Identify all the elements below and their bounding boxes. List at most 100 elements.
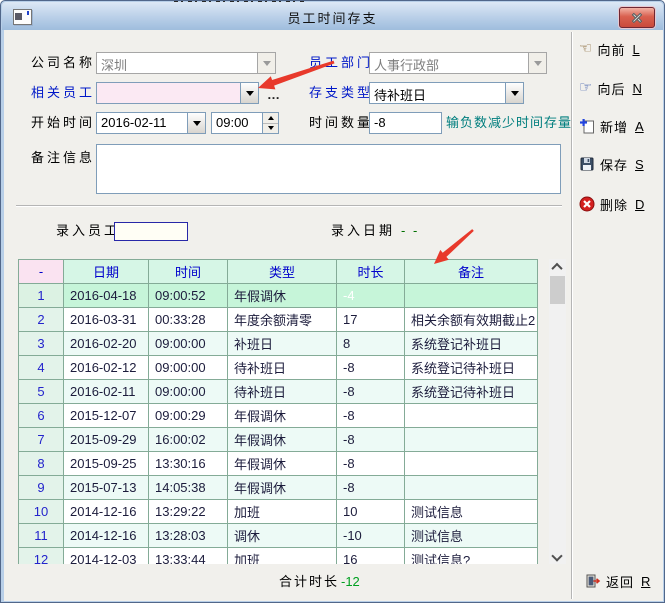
row-number-cell[interactable]: 7 (19, 428, 64, 452)
table-cell[interactable]: -8 (337, 452, 405, 476)
table-row[interactable]: 102014-12-1613:29:22加班10测试信息 (19, 500, 538, 524)
table-cell[interactable] (405, 476, 538, 500)
table-cell[interactable]: 2016-02-11 (64, 380, 149, 404)
start-date-picker[interactable]: 2016-02-11 (96, 112, 206, 134)
table-cell[interactable]: 13:28:03 (149, 524, 228, 548)
table-row[interactable]: 112014-12-1613:28:03调休-10测试信息 (19, 524, 538, 548)
table-cell[interactable]: 09:00:29 (149, 404, 228, 428)
title-bar[interactable]: 员工时间存支 (2, 2, 663, 30)
scrollbar-thumb[interactable] (550, 276, 565, 304)
table-cell[interactable]: -8 (337, 428, 405, 452)
table-row[interactable]: 62015-12-0709:00:29年假调休-8 (19, 404, 538, 428)
scroll-down-icon[interactable] (553, 552, 561, 560)
table-cell[interactable]: 2016-02-12 (64, 356, 149, 380)
table-row[interactable]: 52016-02-1109:00:00待补班日-8系统登记待补班日 (19, 380, 538, 404)
table-cell[interactable]: 09:00:52 (149, 284, 228, 308)
table-cell[interactable]: 2014-12-16 (64, 524, 149, 548)
close-button[interactable] (619, 7, 655, 28)
table-cell[interactable]: 8 (337, 332, 405, 356)
row-number-cell[interactable]: 6 (19, 404, 64, 428)
table-cell[interactable]: 00:33:28 (149, 308, 228, 332)
table-cell[interactable]: 年假调休 (228, 404, 337, 428)
table-cell[interactable]: 2016-03-31 (64, 308, 149, 332)
table-cell[interactable]: 年假调休 (228, 428, 337, 452)
row-number-cell[interactable]: 2 (19, 308, 64, 332)
table-cell[interactable]: 系统登记补班日 (405, 332, 538, 356)
row-number-cell[interactable]: 3 (19, 332, 64, 356)
table-cell[interactable]: 09:00:00 (149, 332, 228, 356)
type-combobox[interactable]: 待补班日 (369, 82, 524, 104)
table-cell[interactable] (405, 452, 538, 476)
table-cell[interactable] (405, 404, 538, 428)
table-cell[interactable] (405, 284, 538, 308)
table-cell[interactable]: 13:30:16 (149, 452, 228, 476)
table-cell[interactable]: 14:05:38 (149, 476, 228, 500)
employee-combobox[interactable] (96, 82, 259, 104)
table-cell[interactable]: -8 (337, 404, 405, 428)
table-cell[interactable]: 2014-12-16 (64, 500, 149, 524)
row-number-cell[interactable]: 10 (19, 500, 64, 524)
chevron-down-icon[interactable] (187, 113, 205, 133)
table-cell[interactable]: 2015-12-07 (64, 404, 149, 428)
table-row[interactable]: 92015-07-1314:05:38年假调休-8 (19, 476, 538, 500)
table-cell[interactable]: 年假调休 (228, 452, 337, 476)
row-number-cell[interactable]: 12 (19, 548, 64, 565)
remark-textarea[interactable] (96, 144, 561, 194)
row-number-cell[interactable]: 8 (19, 452, 64, 476)
table-row[interactable]: 32016-02-2009:00:00补班日8系统登记补班日 (19, 332, 538, 356)
scroll-up-icon[interactable] (553, 263, 561, 271)
spin-down-icon[interactable] (263, 124, 278, 134)
table-cell[interactable]: 测试信息? (405, 548, 538, 565)
table-row[interactable]: 122014-12-0313:33:44加班16测试信息? (19, 548, 538, 565)
table-cell[interactable]: 测试信息 (405, 500, 538, 524)
table-cell[interactable]: 待补班日 (228, 356, 337, 380)
table-cell[interactable]: 测试信息 (405, 524, 538, 548)
table-cell[interactable]: 系统登记待补班日 (405, 356, 538, 380)
table-cell[interactable]: -8 (337, 356, 405, 380)
table-cell[interactable]: 系统登记待补班日 (405, 380, 538, 404)
table-cell[interactable]: 2015-09-29 (64, 428, 149, 452)
table-scrollbar[interactable] (549, 259, 566, 564)
row-number-cell[interactable]: 9 (19, 476, 64, 500)
save-button[interactable]: 保存 S (579, 152, 665, 176)
spin-up-icon[interactable] (263, 113, 278, 124)
table-cell[interactable]: -8 (337, 380, 405, 404)
table-cell[interactable]: 相关余额有效期截止2 (405, 308, 538, 332)
table-cell[interactable]: 补班日 (228, 332, 337, 356)
start-time-spinner[interactable]: 09:00 (211, 112, 279, 134)
add-button[interactable]: 新增 A (579, 114, 665, 138)
table-cell[interactable]: 09:00:00 (149, 356, 228, 380)
chevron-down-icon[interactable] (240, 83, 258, 103)
table-cell[interactable] (405, 428, 538, 452)
table-row[interactable]: 22016-03-3100:33:28年度余额清零17相关余额有效期截止2 (19, 308, 538, 332)
return-button[interactable]: 返回 R (585, 569, 665, 593)
quantity-input[interactable]: -8 (369, 112, 442, 134)
row-number-cell[interactable]: 5 (19, 380, 64, 404)
table-cell[interactable]: 16:00:02 (149, 428, 228, 452)
table-cell[interactable]: 13:29:22 (149, 500, 228, 524)
table-cell[interactable]: 17 (337, 308, 405, 332)
table-cell[interactable]: 2015-09-25 (64, 452, 149, 476)
row-number-cell[interactable]: 4 (19, 356, 64, 380)
table-cell[interactable]: 2014-12-03 (64, 548, 149, 565)
table-cell[interactable]: 09:00:00 (149, 380, 228, 404)
table-cell[interactable]: 年假调休 (228, 284, 337, 308)
table-cell[interactable]: 加班 (228, 548, 337, 565)
delete-button[interactable]: 删除 D (579, 192, 665, 216)
table-cell[interactable]: -10 (337, 524, 405, 548)
table-cell[interactable]: 2016-04-18 (64, 284, 149, 308)
table-cell[interactable]: 年度余额清零 (228, 308, 337, 332)
row-number-cell[interactable]: 11 (19, 524, 64, 548)
table-cell[interactable]: -4 (337, 284, 405, 308)
table-cell[interactable]: 调休 (228, 524, 337, 548)
previous-button[interactable]: ☜ 向前 L (579, 37, 665, 61)
table-row[interactable]: 82015-09-2513:30:16年假调休-8 (19, 452, 538, 476)
employee-lookup-button[interactable]: … (267, 87, 281, 102)
entry-employee-input[interactable] (114, 222, 188, 241)
table-cell[interactable]: 2015-07-13 (64, 476, 149, 500)
table-row[interactable]: 12016-04-1809:00:52年假调休-4 (19, 284, 538, 308)
balance-table[interactable]: -日期时间类型时长备注12016-04-1809:00:52年假调休-42201… (18, 259, 538, 564)
table-cell[interactable]: 年假调休 (228, 476, 337, 500)
table-row[interactable]: 42016-02-1209:00:00待补班日-8系统登记待补班日 (19, 356, 538, 380)
table-cell[interactable]: 加班 (228, 500, 337, 524)
